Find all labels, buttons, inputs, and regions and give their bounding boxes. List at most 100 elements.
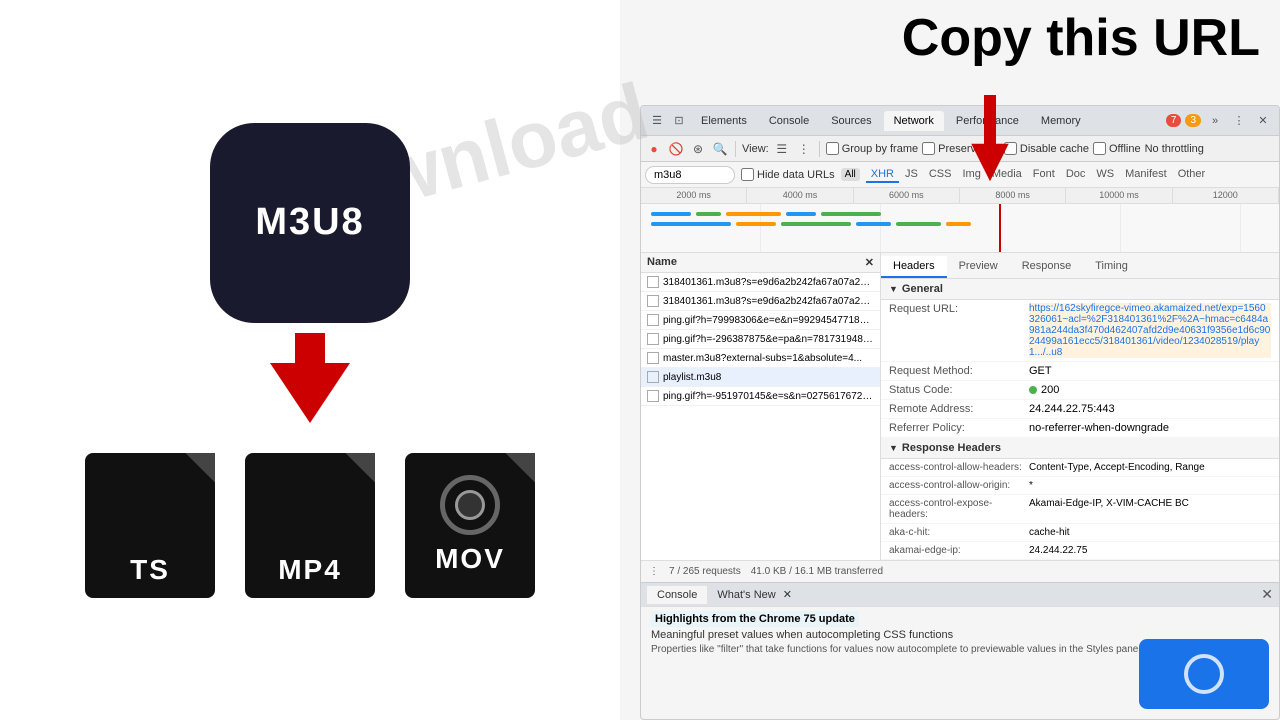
- tab-sources[interactable]: Sources: [821, 111, 881, 131]
- filter-css[interactable]: CSS: [924, 167, 957, 183]
- search-btn[interactable]: 🔍: [711, 140, 729, 158]
- remote-address-row: Remote Address: 24.244.22.75:443: [881, 400, 1279, 419]
- request-url-key: Request URL:: [889, 303, 1029, 315]
- filter-xhr[interactable]: XHR: [866, 167, 899, 183]
- view-rows-btn[interactable]: ☰: [773, 140, 791, 158]
- request-list-header: Name ✕: [641, 253, 880, 273]
- request-item-3[interactable]: ping.gif?h=-296387875&e=pa&n=78173194872…: [641, 330, 880, 349]
- close-devtools-icon[interactable]: ✕: [1253, 111, 1273, 131]
- console-tab[interactable]: Console: [647, 586, 707, 604]
- devtools-window: ☰ ⊡ Elements Console Sources Network Per…: [640, 105, 1280, 720]
- referrer-policy-row: Referrer Policy: no-referrer-when-downgr…: [881, 419, 1279, 438]
- request-item-1[interactable]: 318401361.m3u8?s=e9d6a2b242fa67a07a2af56…: [641, 292, 880, 311]
- throttling-label: No throttling: [1145, 143, 1204, 155]
- request-item-2[interactable]: ping.gif?h=79998306&e=e&n=99294547718322…: [641, 311, 880, 330]
- status-code-value: 200: [1029, 384, 1271, 396]
- disable-cache-label[interactable]: Disable cache: [1004, 142, 1089, 155]
- group-by-frame-check[interactable]: [826, 142, 839, 155]
- filter-ws[interactable]: WS: [1091, 167, 1119, 183]
- req-icon-2: [647, 314, 659, 326]
- highlight-label: Highlights from the Chrome 75 update: [651, 611, 859, 627]
- req-icon-5: [647, 371, 659, 383]
- status-code-key: Status Code:: [889, 384, 1029, 396]
- response-headers-section-header[interactable]: Response Headers: [881, 438, 1279, 459]
- filter-other[interactable]: Other: [1173, 167, 1211, 183]
- acaex-key: access-control-expose-headers:: [889, 498, 1029, 520]
- devtools-inspect-icon[interactable]: ⊡: [669, 111, 689, 131]
- clear-btn[interactable]: 🚫: [667, 140, 685, 158]
- tab-headers[interactable]: Headers: [881, 256, 947, 278]
- filter-type-tabs: XHR JS CSS Img Media Font Doc WS Manifes…: [866, 167, 1210, 183]
- bar5: [821, 212, 881, 216]
- acaex-header-row: access-control-expose-headers: Akamai-Ed…: [881, 495, 1279, 524]
- mov-label: MOV: [435, 543, 505, 575]
- filter-bar: Hide data URLs All XHR JS CSS Img Media …: [641, 162, 1279, 188]
- mp4-file-icon: MP4: [245, 453, 375, 598]
- filter-manifest[interactable]: Manifest: [1120, 167, 1172, 183]
- request-item-6[interactable]: ping.gif?h=-951970145&e=s&n=027561767211…: [641, 387, 880, 406]
- offline-check[interactable]: [1093, 142, 1106, 155]
- request-method-value: GET: [1029, 365, 1271, 377]
- filter-js[interactable]: JS: [900, 167, 923, 183]
- filter-font[interactable]: Font: [1028, 167, 1060, 183]
- tab-response[interactable]: Response: [1010, 256, 1084, 278]
- more-tabs-icon[interactable]: »: [1205, 111, 1225, 131]
- blue-action-button[interactable]: [1139, 639, 1269, 709]
- akamai-edge-value: 24.244.22.75: [1029, 545, 1271, 556]
- console-tabs: Console What's New ✕ ✕: [641, 583, 1279, 607]
- hide-data-urls-label[interactable]: Hide data URLs: [741, 168, 835, 181]
- tab-timing[interactable]: Timing: [1083, 256, 1140, 278]
- menu-icon[interactable]: ⋮: [649, 566, 659, 577]
- tab-network[interactable]: Network: [884, 111, 944, 131]
- timeline-area[interactable]: 2000 ms 4000 ms 6000 ms 8000 ms 10000 ms…: [641, 188, 1279, 253]
- general-section-header[interactable]: General: [881, 279, 1279, 300]
- aka-c-hit-key: aka-c-hit:: [889, 527, 1029, 538]
- tab-memory[interactable]: Memory: [1031, 111, 1091, 131]
- record-btn[interactable]: ●: [645, 140, 663, 158]
- timeline-ruler: 2000 ms 4000 ms 6000 ms 8000 ms 10000 ms…: [641, 188, 1279, 204]
- offline-label[interactable]: Offline: [1093, 142, 1141, 155]
- req-name-5: playlist.m3u8: [663, 372, 721, 383]
- warning-badge: 3: [1185, 114, 1201, 127]
- close-console-btn[interactable]: ✕: [1261, 586, 1273, 603]
- tab-elements[interactable]: Elements: [691, 111, 757, 131]
- right-panel: Copy this URL ☰ ⊡ Elements Console Sourc…: [620, 0, 1280, 720]
- bar2: [696, 212, 721, 216]
- whats-new-tab[interactable]: What's New ✕: [707, 585, 802, 604]
- devtools-icons: 7 3 » ⋮ ✕: [1166, 111, 1273, 131]
- remote-address-key: Remote Address:: [889, 403, 1029, 415]
- req-icon-1: [647, 295, 659, 307]
- filter-icon[interactable]: ⊛: [689, 140, 707, 158]
- view-cols-btn[interactable]: ⋮: [795, 140, 813, 158]
- tab-preview[interactable]: Preview: [947, 256, 1010, 278]
- close-list-icon[interactable]: ✕: [865, 256, 874, 269]
- remote-address-value: 24.244.22.75:443: [1029, 403, 1271, 415]
- acaori-header-row: access-control-allow-origin: *: [881, 477, 1279, 495]
- mp4-label: MP4: [278, 554, 342, 586]
- network-toolbar: ● 🚫 ⊛ 🔍 View: ☰ ⋮ Group by frame Preserv…: [641, 136, 1279, 162]
- filter-input[interactable]: [645, 166, 735, 184]
- request-item-0[interactable]: 318401361.m3u8?s=e9d6a2b242fa67a07a2af56…: [641, 273, 880, 292]
- request-item-4[interactable]: master.m3u8?external-subs=1&absolute=4..…: [641, 349, 880, 368]
- acao-header-row: access-control-allow-headers: Content-Ty…: [881, 459, 1279, 477]
- referrer-policy-key: Referrer Policy:: [889, 422, 1029, 434]
- tab-console[interactable]: Console: [759, 111, 819, 131]
- preserve-log-check[interactable]: [922, 142, 935, 155]
- ts-file-icon: TS: [85, 453, 215, 598]
- filter-doc[interactable]: Doc: [1061, 167, 1091, 183]
- request-list: Name ✕ 318401361.m3u8?s=e9d6a2b242fa67a0…: [641, 253, 881, 560]
- settings-icon[interactable]: ⋮: [1229, 111, 1249, 131]
- group-by-frame-label[interactable]: Group by frame: [826, 142, 918, 155]
- mark-8000: 8000 ms: [960, 188, 1066, 203]
- devtools-pointer-icon[interactable]: ☰: [647, 111, 667, 131]
- referrer-policy-value: no-referrer-when-downgrade: [1029, 422, 1271, 434]
- hide-data-check[interactable]: [741, 168, 754, 181]
- close-whats-new[interactable]: ✕: [783, 589, 792, 601]
- status-code-row: Status Code: 200: [881, 381, 1279, 400]
- mark-6000: 6000 ms: [854, 188, 960, 203]
- acao-key: access-control-allow-headers:: [889, 462, 1029, 473]
- acaori-value: *: [1029, 480, 1271, 491]
- request-item-5[interactable]: playlist.m3u8: [641, 368, 880, 387]
- mark-12000: 12000: [1173, 188, 1279, 203]
- bar9: [856, 222, 891, 226]
